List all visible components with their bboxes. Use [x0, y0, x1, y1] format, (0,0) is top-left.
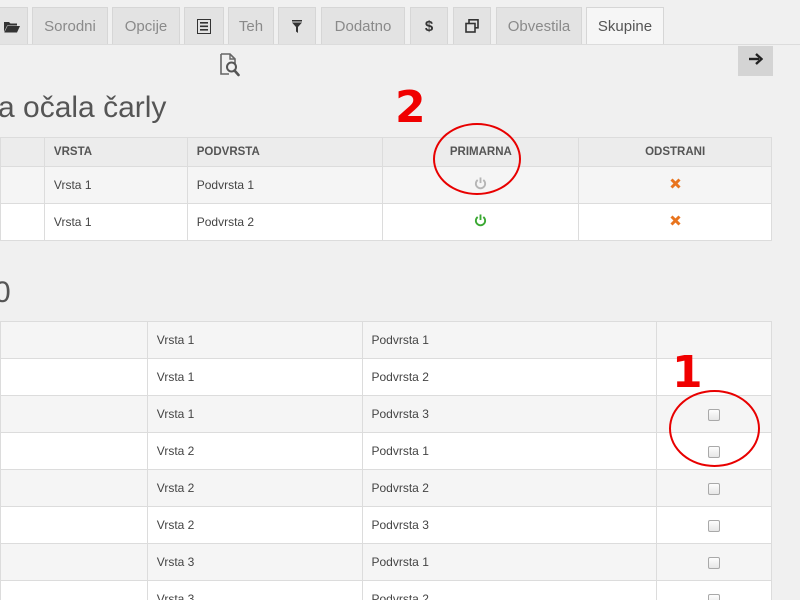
- podvrsta-cell: Podvrsta 2: [361, 358, 658, 396]
- row-cell: [0, 580, 148, 600]
- podvrsta-cell: Podvrsta 2: [361, 580, 658, 600]
- table-row: Vrsta 1 Podvrsta 1: [0, 166, 772, 204]
- tab-label: Obvestila: [507, 17, 571, 35]
- power-icon[interactable]: [474, 214, 487, 230]
- dollar-icon: $: [424, 17, 434, 35]
- podvrsta-cell: Podvrsta 2: [361, 469, 658, 507]
- table-row: Vrsta 1 Podvrsta 2: [0, 358, 772, 396]
- tab-filter[interactable]: [278, 7, 316, 44]
- tab-obvestila[interactable]: Obvestila: [496, 7, 582, 44]
- odstrani-cell: [578, 203, 772, 241]
- checkbox-cell: [656, 580, 772, 600]
- row-cell: [0, 395, 148, 433]
- search-document-icon[interactable]: [218, 52, 242, 83]
- table-row: Vrsta 1 Podvrsta 1: [0, 321, 772, 359]
- annotation-number-1: 1: [672, 347, 703, 398]
- vrsta-cell: Vrsta 2: [146, 506, 363, 544]
- vrsta-cell: Vrsta 1: [146, 321, 363, 359]
- select-checkbox[interactable]: [708, 593, 721, 600]
- podvrsta-cell: Podvrsta 1: [361, 321, 658, 359]
- checkbox-cell: [656, 469, 772, 507]
- annotation-circle-1: [669, 390, 760, 467]
- tab-skupine[interactable]: Skupine: [586, 7, 664, 44]
- row-cell: [0, 506, 148, 544]
- podvrsta-cell: Podvrsta 2: [186, 203, 384, 241]
- primarna-cell: [382, 203, 580, 241]
- vrsta-cell: Vrsta 3: [146, 543, 363, 581]
- tab-label: Skupine: [597, 17, 653, 35]
- table-header-row: VRSTA PODVRSTA PRIMARNA ODSTRANI: [0, 137, 772, 167]
- annotation-circle-2: [433, 123, 521, 195]
- table-row: Vrsta 1 Podvrsta 3: [0, 395, 772, 433]
- filter-icon: [292, 19, 302, 33]
- tab-label: Teh: [238, 17, 264, 35]
- tab-dodatno[interactable]: Dodatno: [321, 7, 405, 44]
- vrsta-cell: Vrsta 1: [146, 358, 363, 396]
- vrsta-cell: Vrsta 2: [146, 432, 363, 470]
- podvrsta-cell: Podvrsta 1: [361, 543, 658, 581]
- vrsta-cell: Vrsta 1: [146, 395, 363, 433]
- column-header-odstrani[interactable]: ODSTRANI: [578, 137, 772, 167]
- checkbox-cell: [656, 543, 772, 581]
- column-header-podvrsta[interactable]: PODVRSTA: [186, 137, 384, 167]
- select-checkbox[interactable]: [708, 519, 721, 532]
- section-title: a očala čarly: [0, 91, 167, 124]
- tab-bar: Sorodni Opcije Teh Dodatno $ Obvestila S…: [0, 0, 800, 44]
- row-cell: [0, 358, 148, 396]
- table-row: Vrsta 3 Podvrsta 2: [0, 580, 772, 600]
- annotation-number-2: 2: [395, 82, 426, 133]
- row-cell: [0, 469, 148, 507]
- row-cell: [0, 321, 148, 359]
- odstrani-cell: [578, 166, 772, 204]
- list-document-icon: [197, 18, 211, 34]
- vrsta-cell: Vrsta 2: [146, 469, 363, 507]
- table-row: Vrsta 3 Podvrsta 1: [0, 543, 772, 581]
- section-title: 0: [0, 276, 11, 309]
- table-row: Vrsta 2 Podvrsta 2: [0, 469, 772, 507]
- column-header: [0, 137, 45, 167]
- vrsta-cell: Vrsta 3: [146, 580, 363, 600]
- next-arrow-button[interactable]: [738, 46, 773, 76]
- podvrsta-cell: Podvrsta 1: [361, 432, 658, 470]
- tab-label: Dodatno: [334, 17, 392, 35]
- table-row: Vrsta 2 Podvrsta 1: [0, 432, 772, 470]
- row-cell: [0, 166, 45, 204]
- podvrsta-cell: Podvrsta 1: [186, 166, 384, 204]
- primary-group-table: VRSTA PODVRSTA PRIMARNA ODSTRANI Vrsta 1…: [0, 137, 772, 241]
- tab-label: Opcije: [124, 17, 168, 35]
- tab-opcije[interactable]: Opcije: [112, 7, 180, 44]
- arrow-right-icon: [748, 52, 763, 70]
- windows-restore-icon: [465, 19, 479, 33]
- table-row: Vrsta 1 Podvrsta 2: [0, 203, 772, 241]
- tab-teh[interactable]: Teh: [228, 7, 274, 44]
- remove-icon[interactable]: [670, 178, 681, 192]
- column-header-vrsta[interactable]: VRSTA: [43, 137, 188, 167]
- select-checkbox[interactable]: [708, 556, 721, 569]
- remove-icon[interactable]: [670, 215, 681, 229]
- tab-label: Sorodni: [44, 17, 96, 35]
- tab-windows-restore[interactable]: [453, 7, 491, 44]
- folder-open-icon: [4, 20, 20, 33]
- row-cell: [0, 543, 148, 581]
- tab-sorodni[interactable]: Sorodni: [32, 7, 108, 44]
- tab-list-document[interactable]: [184, 7, 224, 44]
- table-row: Vrsta 2 Podvrsta 3: [0, 506, 772, 544]
- row-cell: [0, 203, 45, 241]
- checkbox-cell: [656, 506, 772, 544]
- row-cell: [0, 432, 148, 470]
- vrsta-cell: Vrsta 1: [43, 203, 188, 241]
- vrsta-cell: Vrsta 1: [43, 166, 188, 204]
- podvrsta-cell: Podvrsta 3: [361, 395, 658, 433]
- select-checkbox[interactable]: [708, 482, 721, 495]
- podvrsta-cell: Podvrsta 3: [361, 506, 658, 544]
- group-options-table: Vrsta 1 Podvrsta 1 Vrsta 1 Podvrsta 2 Vrst…: [0, 321, 772, 600]
- tab-bar-divider: [0, 44, 800, 45]
- tab-folder[interactable]: [0, 7, 28, 44]
- tab-dollar[interactable]: $: [410, 7, 448, 44]
